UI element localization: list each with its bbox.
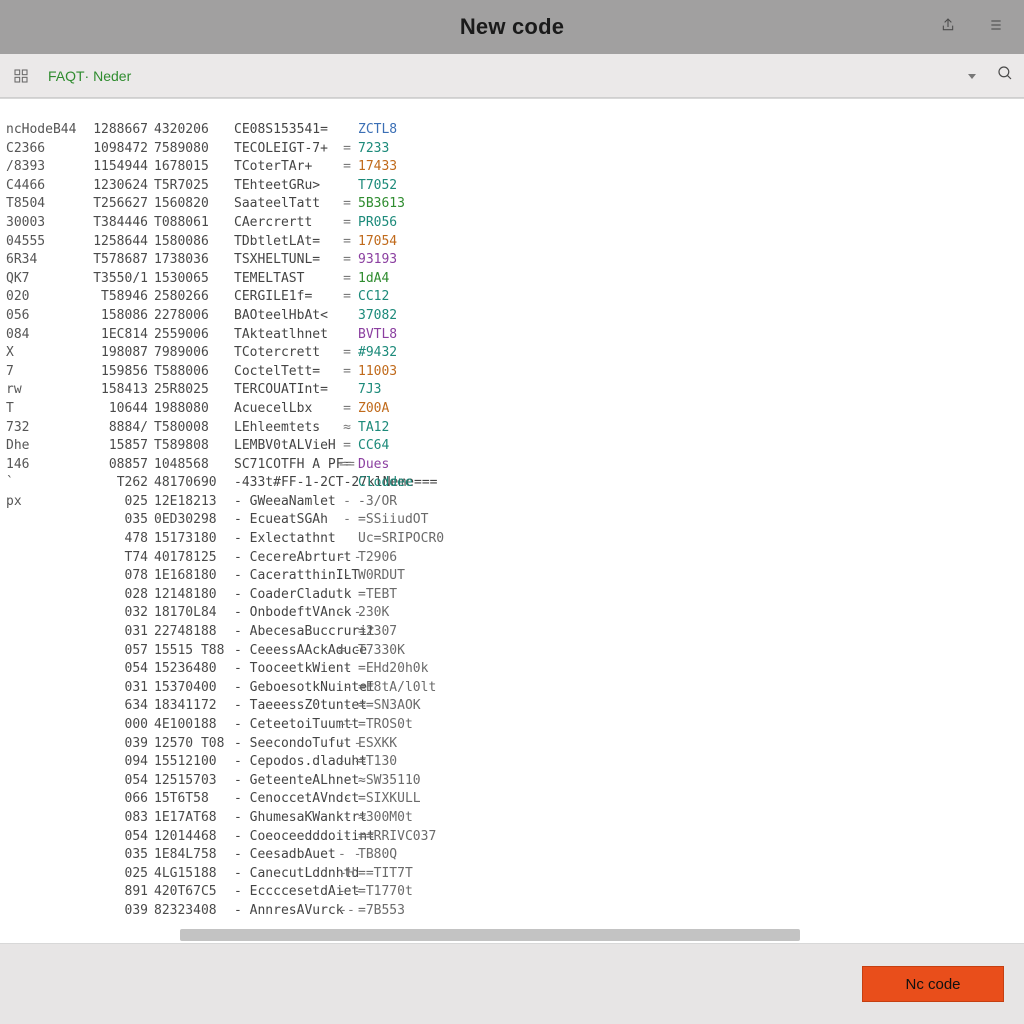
code-line: 0004E100188- CeteetoiTuumtt--=TROS0t (4, 716, 1020, 735)
code-line: 05715515 T88- CeeessAAckAduce= -T7330K (4, 642, 1020, 661)
primary-action-button[interactable]: Nc code (862, 966, 1004, 1002)
code-line: T106441988080AcuecelLbx=Z00A (4, 400, 1020, 419)
editor-content[interactable]: ncHodeB4412886674320206CE08S153541=ZCTL8… (0, 99, 1024, 943)
window-title: New code (460, 14, 564, 40)
code-line: ncHodeB4412886674320206CE08S153541=ZCTL8 (4, 121, 1020, 140)
code-line: rw15841325R8025TERCOUATInt=7J3 (4, 381, 1020, 400)
search-icon[interactable] (996, 64, 1014, 87)
code-line: X1980877989006TCotercrett=#9432 (4, 344, 1020, 363)
code-line: 0831E17AT68- GhumesaKWanktrt-≈300M0t (4, 809, 1020, 828)
code-line: 7328884/T580008LEhleemtets≈TA12 (4, 419, 1020, 438)
code-line: 0350ED30298- EcueatSGAh- =SSiiudOT (4, 511, 1020, 530)
code-line: 0455512586441580086TDbtletLAt==17054 (4, 233, 1020, 252)
code-line: 891420T67C5- EccccesetdAiet- -=T1770t (4, 883, 1020, 902)
code-line: 146088571048568SC71COTFH A PF===Dues (4, 456, 1020, 475)
toolbar: FAQT· Neder (0, 54, 1024, 98)
code-line: 63418341172- TaeeessZ0tuntet-==SN3AOK (4, 697, 1020, 716)
grid-icon[interactable] (10, 65, 32, 87)
code-line: T8504T2566271560820SaateelTatt=5B3613 (4, 195, 1020, 214)
code-line: 0781E168180- CaceratthinILT-W0RDUT (4, 567, 1020, 586)
code-line: 03218170L84- OnbodeftVAnck- -230K (4, 604, 1020, 623)
chevron-down-icon[interactable] (968, 74, 976, 79)
share-icon[interactable] (940, 17, 956, 38)
code-line: 020T589462580266CERGILE1f==CC12 (4, 288, 1020, 307)
titlebar: New code (0, 0, 1024, 54)
code-line: 03115370400- GeboesotkNuintet-=E8tA/l0lt (4, 679, 1020, 698)
code-line: 05412014468- Coeoceedddoitint-==RRIVC037 (4, 828, 1020, 847)
code-line: C44661230624T5R7025TEhteetGRu>T7052 (4, 177, 1020, 196)
code-line: Dhe15857T589808LEMBV0tALVieH=CC64 (4, 437, 1020, 456)
code-line: 47815173180- ExlectathntUc=SRIPOCR0 (4, 530, 1020, 549)
code-line: C236610984727589080TECOLEIGT-7+=7233 (4, 140, 1020, 159)
code-line: 03982323408- AnnresAVurck--=7B553 (4, 902, 1020, 921)
code-line: 02812148180- CoaderCladutk-=TEBT (4, 586, 1020, 605)
horizontal-scrollbar[interactable] (180, 929, 800, 941)
code-line: /839311549441678015TCoterTAr+=17433 (4, 158, 1020, 177)
code-line: 09415512100- Cepodos.dladuht- -=T130 (4, 753, 1020, 772)
list-icon[interactable] (988, 17, 1004, 38)
code-line: 05412515703- GeteenteALhnet- ≈SW35110 (4, 772, 1020, 791)
code-line: 03912570 T08- SeecondoTufut- -ESXKK (4, 735, 1020, 754)
code-line: 0841EC8142559006TAkteatlhnetBVTL8 (4, 326, 1020, 345)
code-line: 7159856T588006CoctelTett==11003 (4, 363, 1020, 382)
code-line: 05415236480- TooceetkWient-=EHd20h0k (4, 660, 1020, 679)
editor: ncHodeB4412886674320206CE08S153541=ZCTL8… (0, 98, 1024, 944)
code-line: 0351E84L758- CeesadbAuet- -TB80Q (4, 846, 1020, 865)
code-line: 30003T384446T088061CAercrertt=PR056 (4, 214, 1020, 233)
code-line: 06615T6T58- CenoccetAVndct- =SIXKULL (4, 790, 1020, 809)
code-line: 0561580862278006BAOteelHbAt<37082 (4, 307, 1020, 326)
code-line: 03122748188- AbecesaBuccrurit=2307 (4, 623, 1020, 642)
code-line: px02512E18213- GWeeaNamlet--3/OR (4, 493, 1020, 512)
code-line: 0254LG15188- CanecutLddnhtd-H==TIT7T (4, 865, 1020, 884)
code-line: T7440178125- CecereAbrturt- -T2906 (4, 549, 1020, 568)
code-line: `T26248170690-433t#FF-1-2CT-27klNeme===C… (4, 474, 1020, 493)
breadcrumb[interactable]: FAQT· Neder (48, 68, 131, 84)
footer: Nc code (0, 944, 1024, 1024)
code-line: 6R34T5786871738036TSXHELTUNL==93193 (4, 251, 1020, 270)
code-line: QK7T3550/11530065TEMELTAST=1dA4 (4, 270, 1020, 289)
